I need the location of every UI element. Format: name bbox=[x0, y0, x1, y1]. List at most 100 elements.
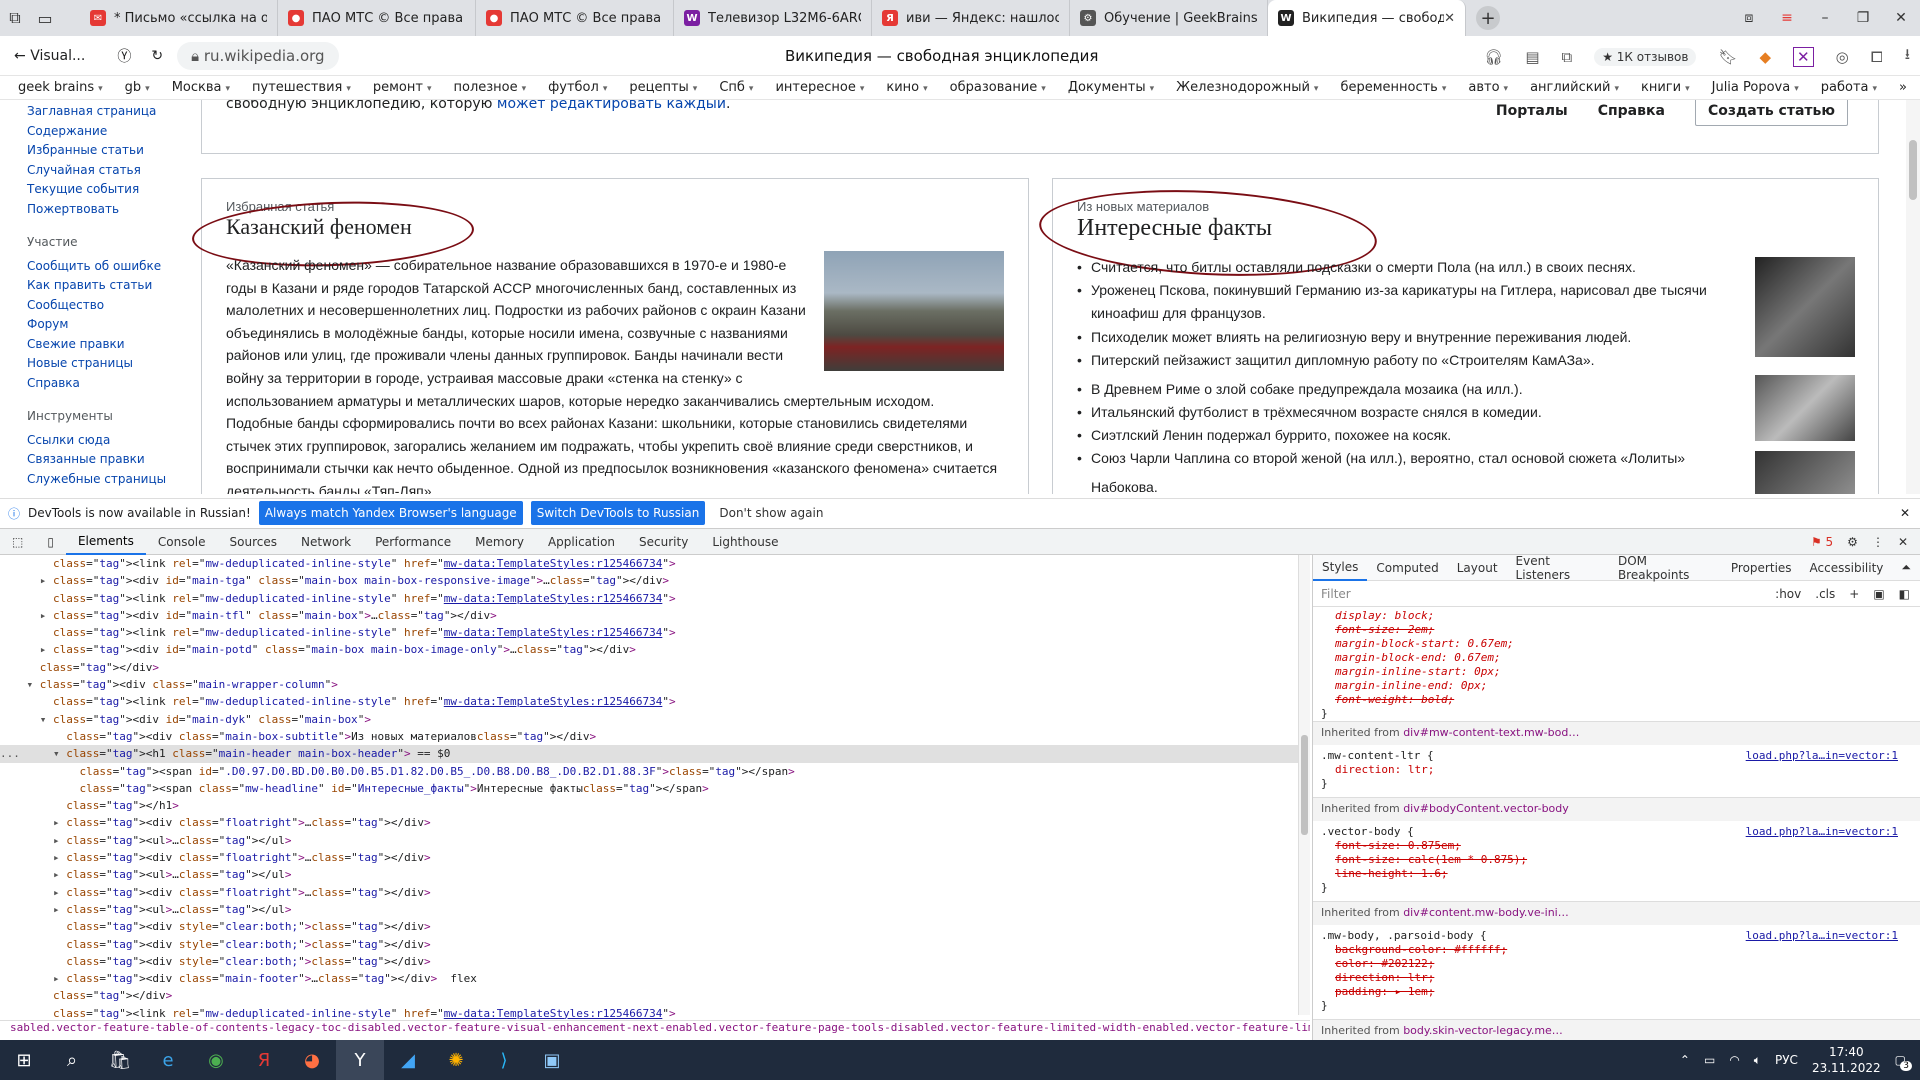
new-tab-button[interactable]: + bbox=[1476, 6, 1500, 30]
bookmark-13[interactable]: Железнодорожный ▾ bbox=[1176, 80, 1318, 95]
bookmark-icon[interactable]: 🔖︎ bbox=[1718, 48, 1737, 66]
tab-0[interactable]: ✉ * Письмо «ссылка на опл bbox=[80, 0, 278, 36]
bookmark-3[interactable]: путешествия ▾ bbox=[252, 80, 351, 95]
dom-node-line[interactable]: class="tag"></div> bbox=[0, 987, 1298, 1004]
dom-node-line[interactable]: ▸ class="tag"><div id="main-tfl" class="… bbox=[0, 607, 1298, 624]
style-prop[interactable]: line-height: 1.6; bbox=[1313, 867, 1920, 881]
bookmark-11[interactable]: образование ▾ bbox=[950, 80, 1046, 95]
dom-node-line[interactable]: ▸ class="tag"><ul>…class="tag"></ul> bbox=[0, 901, 1298, 918]
tab-6[interactable]: W Википедия — свободн ✕ bbox=[1268, 0, 1466, 36]
sidebar-link[interactable]: Служебные страницы bbox=[27, 470, 177, 490]
dom-node-line[interactable]: ▸ class="tag"><div class="floatright">…c… bbox=[0, 814, 1298, 831]
dom-node-line[interactable]: class="tag"><link rel="mw-deduplicated-i… bbox=[0, 555, 1298, 572]
chaplin-wife-photo[interactable] bbox=[1755, 451, 1855, 494]
paint-app-icon[interactable]: ✺ bbox=[432, 1040, 480, 1080]
fox-extension-icon[interactable]: ◆ bbox=[1760, 48, 1772, 66]
sidebar-link[interactable]: Сообщить об ошибке bbox=[27, 257, 177, 277]
bookmark-2[interactable]: Москва ▾ bbox=[172, 80, 230, 95]
style-prop[interactable]: display: block; bbox=[1313, 609, 1920, 623]
bookmark-10[interactable]: кино ▾ bbox=[886, 80, 927, 95]
sidebar-link[interactable]: Новые страницы bbox=[27, 354, 177, 374]
inherited-element[interactable]: body.skin-vector-legacy.me… bbox=[1403, 1024, 1563, 1037]
sidebar-link[interactable]: Заглавная страница bbox=[27, 102, 177, 122]
dom-node-line[interactable]: ▸ class="tag"><div id="main-tga" class="… bbox=[0, 572, 1298, 589]
vpn-icon[interactable]: ◎ bbox=[1836, 48, 1849, 66]
help-link[interactable]: Справка bbox=[1598, 103, 1665, 119]
devtools-tab-lighthouse[interactable]: Lighthouse bbox=[700, 528, 790, 555]
devtools-tab-sources[interactable]: Sources bbox=[218, 528, 289, 555]
inherited-element[interactable]: div#mw-content-text.mw-bod… bbox=[1403, 726, 1579, 739]
mail-app-icon[interactable]: ◢ bbox=[384, 1040, 432, 1080]
dom-scrollbar[interactable] bbox=[1298, 555, 1310, 1015]
bookmark-15[interactable]: авто ▾ bbox=[1468, 80, 1508, 95]
sidebar-toggle-icon[interactable]: ◧ bbox=[1899, 587, 1910, 601]
bookmark-17[interactable]: книги ▾ bbox=[1641, 80, 1690, 95]
dom-node-line[interactable]: ▸ class="tag"><div class="main-footer">…… bbox=[0, 970, 1298, 987]
tab-manager-icon[interactable]: ▭ bbox=[30, 3, 60, 33]
sidebar-link[interactable]: Сообщество bbox=[27, 296, 177, 316]
tab-2[interactable]: ● ПАО МТС © Все права за bbox=[476, 0, 674, 36]
notification-center-icon[interactable]: ▢ 3 bbox=[1895, 1053, 1912, 1071]
close-tab-icon[interactable]: ✕ bbox=[1444, 11, 1455, 26]
settings-gear-icon[interactable]: ⚙ bbox=[1847, 535, 1858, 549]
dom-node-line[interactable]: class="tag"><span id=".D0.97.D0.BD.D0.B0… bbox=[0, 763, 1298, 780]
switch-russian-button[interactable]: Switch DevTools to Russian bbox=[530, 501, 706, 525]
style-rule-selector[interactable]: .mw-body, .parsoid-body {load.php?la…in=… bbox=[1313, 929, 1920, 943]
tray-chevron-icon[interactable]: ⌃ bbox=[1680, 1053, 1690, 1067]
clock[interactable]: 17:40 23.11.2022 bbox=[1812, 1044, 1881, 1076]
style-prop[interactable]: font-weight: bold; bbox=[1313, 693, 1920, 707]
sidebar-link[interactable]: Ссылки сюда bbox=[27, 431, 177, 451]
create-article-button[interactable]: Создать статью bbox=[1694, 100, 1848, 126]
devtools-tab-performance[interactable]: Performance bbox=[363, 528, 463, 555]
styles-expand-icon[interactable]: ⏶ bbox=[1892, 555, 1920, 581]
back-button[interactable]: ← Visual... bbox=[14, 48, 85, 64]
style-prop[interactable]: font-size: 0.875em; bbox=[1313, 839, 1920, 853]
styles-tab-5[interactable]: Properties bbox=[1722, 555, 1801, 581]
computed-toggle-icon[interactable]: ▣ bbox=[1873, 587, 1884, 601]
language-indicator[interactable]: РУС bbox=[1775, 1053, 1798, 1067]
devtools-tab-memory[interactable]: Memory bbox=[463, 528, 536, 555]
inherited-element[interactable]: div#bodyContent.vector-body bbox=[1403, 802, 1569, 815]
wifi-icon[interactable]: ◠ bbox=[1729, 1053, 1739, 1067]
sidebar-link[interactable]: Форум bbox=[27, 315, 177, 335]
bookmark-9[interactable]: интересное ▾ bbox=[775, 80, 864, 95]
dom-node-line[interactable]: ▸ class="tag"><ul>…class="tag"></ul> bbox=[0, 866, 1298, 883]
dom-node-line[interactable]: ▾ class="tag"><div class="main-wrapper-c… bbox=[0, 676, 1298, 693]
tab-3[interactable]: W Телевизор L32M6-6ARG/3 bbox=[674, 0, 872, 36]
bookmark-12[interactable]: Документы ▾ bbox=[1068, 80, 1154, 95]
tab-5[interactable]: ⚙ Обучение | GeekBrains - о bbox=[1070, 0, 1268, 36]
rule-source-link[interactable]: load.php?la…in=vector:1 bbox=[1746, 825, 1898, 839]
devtools-tab-network[interactable]: Network bbox=[289, 528, 363, 555]
more-menu-icon[interactable]: ⋮ bbox=[1872, 535, 1884, 549]
bookmark-14[interactable]: беременность ▾ bbox=[1340, 80, 1446, 95]
sidebar-link[interactable]: Связанные правки bbox=[27, 450, 177, 470]
dom-node-line[interactable]: class="tag"><div class="main-box-subtitl… bbox=[0, 728, 1298, 745]
devtools-tab-security[interactable]: Security bbox=[627, 528, 700, 555]
style-prop[interactable]: margin-inline-end: 0px; bbox=[1313, 679, 1920, 693]
sidebar-link[interactable]: Пожертвовать bbox=[27, 200, 177, 220]
download-icon[interactable]: ⭳ bbox=[1905, 44, 1910, 69]
dom-node-line[interactable]: ... ▾ class="tag"><h1 class="main-header… bbox=[0, 745, 1298, 763]
beatles-photo[interactable] bbox=[1755, 257, 1855, 357]
dom-node-line[interactable]: class="tag"><link rel="mw-deduplicated-i… bbox=[0, 624, 1298, 641]
intro-edit-link[interactable]: может редактировать каждый bbox=[497, 100, 726, 112]
style-prop[interactable]: } bbox=[1313, 707, 1920, 721]
sidebar-link[interactable]: Содержание bbox=[27, 122, 177, 142]
dom-node-line[interactable]: class="tag"><div style="clear:both;">cla… bbox=[0, 936, 1298, 953]
bookmark-1[interactable]: gb ▾ bbox=[125, 80, 150, 95]
styles-tab-4[interactable]: DOM Breakpoints bbox=[1609, 555, 1722, 582]
url-field[interactable]: 🔒︎ ru.wikipedia.org bbox=[177, 41, 339, 70]
reviews-badge[interactable]: ★ 1К отзывов bbox=[1594, 47, 1697, 66]
bookmark-19[interactable]: работа ▾ bbox=[1821, 80, 1877, 95]
styles-tab-3[interactable]: Event Listeners bbox=[1507, 555, 1609, 582]
close-devtools-icon[interactable]: ✕ bbox=[1898, 535, 1908, 549]
dom-node-line[interactable]: ▸ class="tag"><div class="floatright">…c… bbox=[0, 884, 1298, 901]
store-icon[interactable]: 🛍︎ bbox=[96, 1040, 144, 1080]
yandex-browser-icon[interactable]: Я bbox=[240, 1040, 288, 1080]
dont-show-button[interactable]: Don't show again bbox=[713, 501, 829, 525]
devtools-tab-console[interactable]: Console bbox=[146, 528, 218, 555]
bookmark-5[interactable]: полезное ▾ bbox=[454, 80, 527, 95]
match-language-button[interactable]: Always match Yandex Browser's language bbox=[258, 501, 523, 525]
maximize-button[interactable]: ❐ bbox=[1844, 10, 1882, 26]
issues-badge[interactable]: ⚑ 5 bbox=[1811, 535, 1833, 549]
